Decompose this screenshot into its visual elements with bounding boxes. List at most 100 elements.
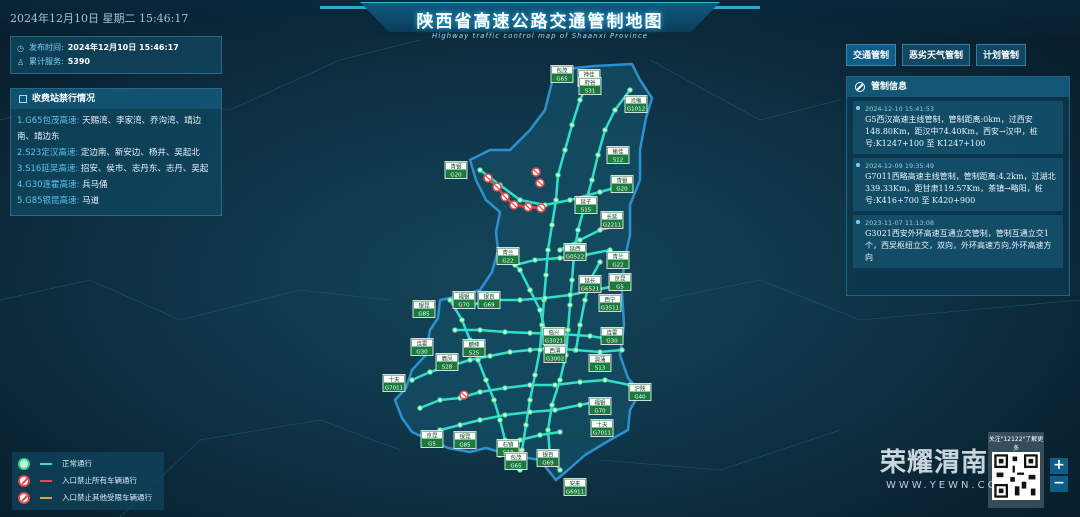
toll-station-node[interactable]: [557, 255, 563, 261]
banned-station-icon[interactable]: [523, 202, 533, 212]
toll-station-node[interactable]: [477, 167, 483, 173]
highway-label-badge[interactable]: 西宁 G3511: [598, 294, 622, 312]
banned-station-icon[interactable]: [531, 167, 541, 177]
toll-station-node[interactable]: [447, 297, 453, 303]
toll-station-node[interactable]: [575, 227, 581, 233]
highway-label-badge[interactable]: 青银 G20: [444, 161, 468, 179]
highway-label-badge[interactable]: 延长 G6521: [578, 275, 602, 293]
highway-label-badge[interactable]: 包茂 G65: [504, 452, 528, 470]
highway-label-badge[interactable]: 西渭 G3002: [543, 345, 567, 363]
banned-station-icon[interactable]: [535, 178, 545, 188]
toll-station-node[interactable]: [549, 222, 555, 228]
highway-label-badge[interactable]: 福银 G70: [588, 397, 612, 415]
highway-label-badge[interactable]: 十天 G7011: [382, 374, 406, 392]
toll-station-node[interactable]: [519, 447, 525, 453]
highway-label-badge[interactable]: 临兴 G3021: [542, 327, 566, 345]
toll-station-node[interactable]: [517, 197, 523, 203]
toll-station-node[interactable]: [491, 397, 497, 403]
toll-station-node[interactable]: [597, 349, 603, 355]
highway-label-badge[interactable]: 连霍 G30: [600, 327, 624, 345]
toll-station-node[interactable]: [619, 347, 625, 353]
toll-station-node[interactable]: [542, 295, 548, 301]
highway-label-badge[interactable]: 麟绛 S25: [462, 339, 486, 357]
toll-station-node[interactable]: [552, 407, 558, 413]
toll-station-node[interactable]: [517, 267, 523, 273]
toll-station-node[interactable]: [523, 422, 529, 428]
toll-station-node[interactable]: [569, 277, 575, 283]
highway-label-badge[interactable]: 渭蒲 S13: [588, 354, 612, 372]
banned-station-icon[interactable]: [483, 173, 493, 183]
toll-station-node[interactable]: [557, 467, 563, 473]
highway-label-badge[interactable]: 沧榆 G1012: [624, 95, 648, 113]
toll-station-node[interactable]: [457, 422, 463, 428]
toll-station-node[interactable]: [532, 257, 538, 263]
toll-station-node[interactable]: [427, 369, 433, 375]
highway-label-badge[interactable]: 延子 S15: [574, 196, 598, 214]
toll-station-node[interactable]: [487, 353, 493, 359]
highway-label-badge[interactable]: 福银 G70: [452, 291, 476, 309]
toll-station-node[interactable]: [565, 327, 571, 333]
toll-station-node[interactable]: [553, 197, 559, 203]
highway-label-badge[interactable]: 青兰 G22: [496, 247, 520, 265]
highway-label-badge[interactable]: 京昆 G5: [420, 430, 444, 448]
tab-planned-control[interactable]: 计划管制: [976, 44, 1027, 66]
toll-station-node[interactable]: [602, 127, 608, 133]
toll-station-node[interactable]: [555, 172, 561, 178]
toll-station-node[interactable]: [562, 147, 568, 153]
highway-label-badge[interactable]: 银百 G69: [477, 291, 501, 309]
banned-station-icon[interactable]: [459, 390, 469, 400]
toll-station-node[interactable]: [543, 272, 549, 278]
toll-station-node[interactable]: [549, 402, 555, 408]
toll-station-node[interactable]: [557, 377, 563, 383]
toll-station-node[interactable]: [537, 307, 543, 313]
toll-station-node[interactable]: [517, 297, 523, 303]
highway-label-badge[interactable]: 包茂 G65: [550, 65, 574, 83]
toll-station-node[interactable]: [483, 377, 489, 383]
toll-station-node[interactable]: [545, 247, 551, 253]
toll-station-node[interactable]: [477, 389, 483, 395]
highway-label-badge[interactable]: 京昆 G5: [608, 273, 632, 291]
toll-station-node[interactable]: [477, 417, 483, 423]
toll-station-node[interactable]: [595, 152, 601, 158]
toll-station-node[interactable]: [597, 259, 603, 265]
control-notice[interactable]: 2023-11-07 11:13:08 G3021西安外环高速互通立交管制，管制…: [853, 215, 1063, 268]
toll-station-node[interactable]: [409, 377, 415, 383]
toll-station-node[interactable]: [475, 357, 481, 363]
banned-station-icon[interactable]: [509, 200, 519, 210]
toll-station-node[interactable]: [577, 379, 583, 385]
highway-label-badge[interactable]: 青兰 G22: [606, 251, 630, 269]
toll-station-node[interactable]: [537, 347, 543, 353]
toll-station-node[interactable]: [527, 397, 533, 403]
toll-station-node[interactable]: [507, 349, 513, 355]
toll-station-node[interactable]: [577, 97, 583, 103]
toll-station-node[interactable]: [467, 357, 473, 363]
toll-station-node[interactable]: [577, 322, 583, 328]
tab-traffic-control[interactable]: 交通管制: [846, 44, 897, 66]
toll-station-node[interactable]: [417, 405, 423, 411]
toll-station-node[interactable]: [557, 247, 563, 253]
toll-station-node[interactable]: [497, 417, 503, 423]
highway-label-badge[interactable]: 银昆 G85: [453, 431, 477, 449]
toll-station-node[interactable]: [437, 397, 443, 403]
control-notice[interactable]: 2024-12-09 19:35:49 G7011西略高速主线管制，管制距离:4…: [853, 158, 1063, 211]
zoom-out-button[interactable]: −: [1050, 476, 1068, 492]
toll-station-node[interactable]: [477, 327, 483, 333]
toll-station-node[interactable]: [567, 292, 573, 298]
toll-station-node[interactable]: [577, 237, 583, 243]
highway-label-badge[interactable]: 十天 G7011: [590, 419, 614, 437]
toll-station-node[interactable]: [527, 409, 533, 415]
toll-station-node[interactable]: [582, 297, 588, 303]
toll-station-node[interactable]: [589, 177, 595, 183]
control-notice[interactable]: 2024-12-10 15:41:53 G5西汉高速主线管制，管制距离:0km，…: [853, 101, 1063, 154]
highway-label-badge[interactable]: 榆佳 S12: [606, 146, 630, 164]
banned-station-icon[interactable]: [536, 203, 546, 213]
banned-station-icon[interactable]: [492, 182, 502, 192]
toll-station-node[interactable]: [612, 107, 618, 113]
highway-label-badge[interactable]: 眉凤 S28: [435, 353, 459, 371]
toll-station-node[interactable]: [552, 382, 558, 388]
highway-label-badge[interactable]: 银昆 G85: [412, 300, 436, 318]
highway-label-badge[interactable]: 安来 G6911: [563, 478, 587, 496]
toll-station-node[interactable]: [569, 122, 575, 128]
toll-station-node[interactable]: [452, 327, 458, 333]
toll-station-node[interactable]: [539, 322, 545, 328]
